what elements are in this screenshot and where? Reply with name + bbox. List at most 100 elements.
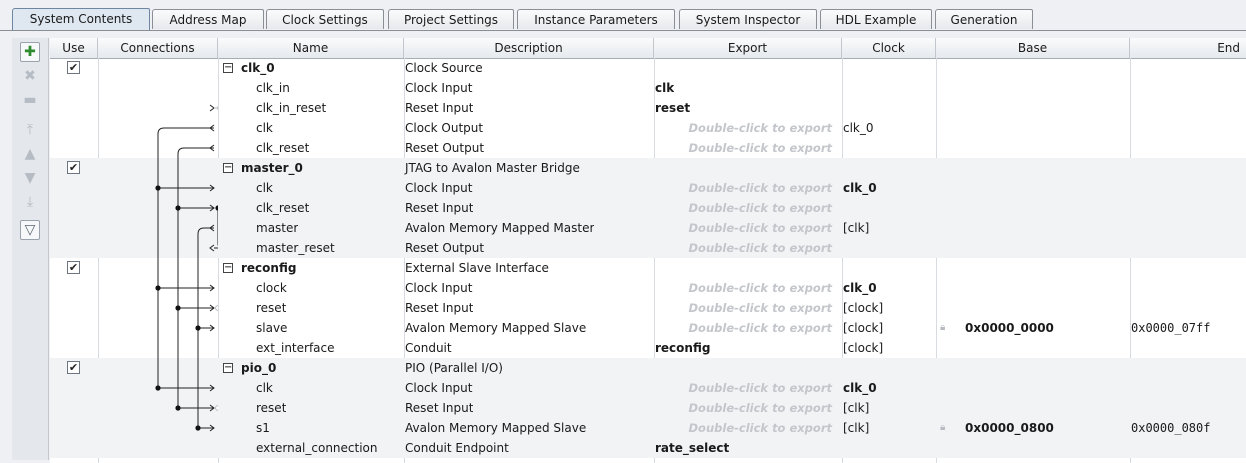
lock-icon[interactable]: 🔒︎ xyxy=(940,322,945,333)
component-row[interactable]: ✔ − master_0 JTAG to Avalon Master Bridge xyxy=(50,158,1246,178)
tab-clock-settings[interactable]: Clock Settings xyxy=(266,9,384,29)
component-name[interactable]: pio_0 xyxy=(238,358,276,378)
interface-row[interactable]: clk Clock Input Double-click to export clk_… xyxy=(50,178,1246,198)
export-hint[interactable]: Double-click to export xyxy=(652,238,840,258)
export-hint[interactable]: Double-click to export xyxy=(652,418,840,438)
tab-system-inspector[interactable]: System Inspector xyxy=(679,9,817,29)
edit-icon[interactable]: ▬ xyxy=(20,90,40,110)
component-name[interactable]: master_0 xyxy=(238,158,303,178)
interface-name[interactable]: reset xyxy=(253,298,286,318)
interface-name[interactable]: slave xyxy=(253,318,287,338)
clock-cell[interactable]: clk_0 xyxy=(840,178,877,198)
interface-row[interactable]: clk_in Clock Input clk xyxy=(50,78,1246,98)
move-down-icon[interactable]: ▼ xyxy=(20,168,40,188)
move-bottom-icon[interactable]: ⤓ xyxy=(20,192,40,212)
component-row[interactable]: ✔ − reconfig External Slave Interface xyxy=(50,258,1246,278)
clock-cell[interactable]: [clk] xyxy=(840,398,869,418)
interface-row[interactable]: clock Clock Input Double-click to export cl… xyxy=(50,278,1246,298)
interface-name[interactable]: clk_in xyxy=(253,78,290,98)
add-icon[interactable]: ✚ xyxy=(20,42,40,62)
collapse-icon[interactable]: − xyxy=(223,63,233,73)
clock-cell[interactable]: clk_0 xyxy=(840,378,877,398)
header-use[interactable]: Use xyxy=(50,38,98,58)
move-up-icon[interactable]: ▲ xyxy=(20,144,40,164)
collapse-icon[interactable]: − xyxy=(223,363,233,373)
header-name[interactable]: Name xyxy=(218,38,404,58)
interface-row[interactable]: clk Clock Output Double-click to export clk… xyxy=(50,118,1246,138)
interface-row[interactable]: clk_reset Reset Input Double-click to expo… xyxy=(50,198,1246,218)
tab-system-contents[interactable]: System Contents xyxy=(12,8,150,31)
interface-name[interactable]: clk xyxy=(253,378,273,398)
tab-address-map[interactable]: Address Map xyxy=(152,9,264,29)
interface-row[interactable]: clk_reset Reset Output Double-click to exp… xyxy=(50,138,1246,158)
export-name[interactable]: reset xyxy=(652,98,690,118)
move-top-icon[interactable]: ⤒ xyxy=(20,120,40,140)
clock-cell[interactable]: clk_0 xyxy=(840,118,874,138)
tab-generation[interactable]: Generation xyxy=(935,9,1033,29)
component-name[interactable]: clk_0 xyxy=(238,58,275,78)
export-hint[interactable]: Double-click to export xyxy=(652,198,840,218)
use-checkbox[interactable]: ✔ xyxy=(67,61,80,74)
export-hint[interactable]: Double-click to export xyxy=(652,118,840,138)
export-hint[interactable]: Double-click to export xyxy=(652,318,840,338)
tab-hdl-example[interactable]: HDL Example xyxy=(820,9,932,29)
interface-name[interactable]: clk_reset xyxy=(253,138,309,158)
tab-instance-parameters[interactable]: Instance Parameters xyxy=(517,9,675,29)
export-name[interactable]: reconfig xyxy=(652,338,710,358)
tab-project-settings[interactable]: Project Settings xyxy=(388,9,514,29)
interface-name[interactable]: master xyxy=(253,218,298,238)
header-end[interactable]: End xyxy=(1130,38,1246,58)
export-name[interactable]: rate_select xyxy=(652,438,729,458)
interface-name[interactable]: ext_interface xyxy=(253,338,335,358)
interface-row[interactable]: slave Avalon Memory Mapped Slave Double-cl… xyxy=(50,318,1246,338)
export-hint[interactable]: Double-click to export xyxy=(652,178,840,198)
header-base[interactable]: Base xyxy=(936,38,1130,58)
header-description[interactable]: Description xyxy=(404,38,654,58)
export-hint[interactable]: Double-click to export xyxy=(652,398,840,418)
header-clock[interactable]: Clock xyxy=(842,38,936,58)
interface-row[interactable]: clk Clock Input Double-click to export clk_… xyxy=(50,378,1246,398)
interface-name[interactable]: clk xyxy=(253,118,273,138)
clock-cell[interactable]: [clock] xyxy=(840,338,883,358)
export-hint[interactable]: Double-click to export xyxy=(652,138,840,158)
use-checkbox[interactable]: ✔ xyxy=(67,161,80,174)
collapse-icon[interactable]: − xyxy=(223,263,233,273)
interface-row[interactable]: reset Reset Input Double-click to export [c… xyxy=(50,298,1246,318)
base-address[interactable]: 0x0000_0000 xyxy=(962,318,1054,338)
remove-icon[interactable]: ✖ xyxy=(20,66,40,86)
export-hint[interactable]: Double-click to export xyxy=(652,378,840,398)
interface-name[interactable]: master_reset xyxy=(253,238,335,258)
export-hint[interactable]: Double-click to export xyxy=(652,218,840,238)
export-hint[interactable]: Double-click to export xyxy=(652,298,840,318)
interface-name[interactable]: reset xyxy=(253,398,286,418)
interface-row[interactable]: master Avalon Memory Mapped Master Double-… xyxy=(50,218,1246,238)
interface-name[interactable]: clk_in_reset xyxy=(253,98,326,118)
export-hint[interactable]: Double-click to export xyxy=(652,278,840,298)
interface-row[interactable]: clk_in_reset Reset Input reset xyxy=(50,98,1246,118)
component-name[interactable]: reconfig xyxy=(238,258,296,278)
use-checkbox[interactable]: ✔ xyxy=(67,261,80,274)
filter-icon[interactable]: ▽ xyxy=(20,220,40,240)
connections-graph[interactable] xyxy=(98,58,218,463)
collapse-icon[interactable]: − xyxy=(223,163,233,173)
header-connections[interactable]: Connections xyxy=(98,38,218,58)
interface-row[interactable]: external_connection Conduit Endpoint rate_… xyxy=(50,438,1246,458)
interface-row[interactable]: master_reset Reset Output Double-click to … xyxy=(50,238,1246,258)
base-address[interactable]: 0x0000_0800 xyxy=(962,418,1054,438)
interface-name[interactable]: s1 xyxy=(253,418,270,438)
interface-row[interactable]: ext_interface Conduit reconfig [clock] xyxy=(50,338,1246,358)
interface-row[interactable]: s1 Avalon Memory Mapped Slave Double-click… xyxy=(50,418,1246,438)
lock-icon[interactable]: 🔒︎ xyxy=(940,422,945,433)
interface-name[interactable]: clk_reset xyxy=(253,198,309,218)
interface-name[interactable]: clk xyxy=(253,178,273,198)
interface-name[interactable]: clock xyxy=(253,278,287,298)
clock-cell[interactable]: [clk] xyxy=(840,218,869,238)
component-row[interactable]: ✔ − pio_0 PIO (Parallel I/O) xyxy=(50,358,1246,378)
clock-cell[interactable]: [clk] xyxy=(840,418,869,438)
component-row[interactable]: ✔ − clk_0 Clock Source xyxy=(50,58,1246,78)
use-checkbox[interactable]: ✔ xyxy=(67,361,80,374)
clock-cell[interactable]: [clock] xyxy=(840,318,883,338)
interface-name[interactable]: external_connection xyxy=(253,438,378,458)
clock-cell[interactable]: [clock] xyxy=(840,298,883,318)
interface-row[interactable]: reset Reset Input Double-click to export [c… xyxy=(50,398,1246,418)
